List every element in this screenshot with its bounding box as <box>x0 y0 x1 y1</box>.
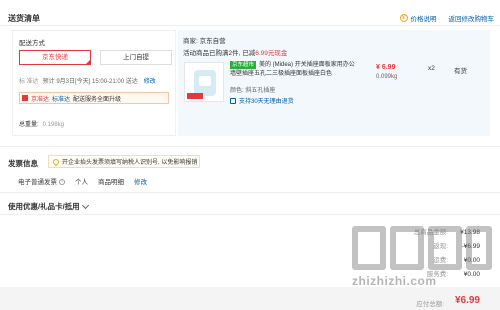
help-icon[interactable]: ? <box>59 179 65 186</box>
location-pin-icon <box>51 157 61 166</box>
standard-time: 预计 9月3日[今天] 15:00-21:00 送达 <box>42 79 138 85</box>
selected-corner-icon <box>85 59 91 65</box>
product-weight: 0.099kg <box>376 74 398 80</box>
product-quantity: x2 <box>428 65 435 72</box>
order-list-header: 送货清单 ¥ 价格说明 返回修改购物车 <box>0 0 500 26</box>
delivery-label: 配送方式 <box>19 40 45 47</box>
summary-row: 服务费: ¥0.00 <box>427 268 480 278</box>
watermark-glyph <box>352 226 386 270</box>
standard-prefix: 标 准达 <box>19 79 39 85</box>
watermark-text: zhizhizhi.com <box>352 274 437 288</box>
delivery-option-label: 上门自提 <box>123 54 149 61</box>
summary-label: 返现: <box>433 243 448 250</box>
summary-row: 运费: ¥0.00 <box>433 254 480 264</box>
summary-label: 总商品金额: <box>413 229 448 236</box>
shop-panel: 商家: 京东自营 活动商品已购满2件, 已减6.99元现金 京东超市 美的 (Mi… <box>178 30 490 136</box>
summary-label: 服务费: <box>426 271 448 278</box>
delivery-promo-bar[interactable]: 京准达 标准达 配送服务全面升级 <box>19 92 169 104</box>
price-info-icon: ¥ <box>399 14 408 22</box>
section-title: 送货清单 <box>8 14 40 23</box>
edit-delivery-time-link[interactable]: 修改 <box>144 76 156 85</box>
chevron-down-icon <box>81 201 89 209</box>
weight-label: 总重量: <box>19 122 39 128</box>
product-color: 颜色: 斜五孔插座 <box>230 88 276 94</box>
invoice-tip: 开企业抬头发票须填写纳税人识别号, 以免影响报销 <box>48 155 200 168</box>
promo-bzd: 标准达 <box>52 96 71 103</box>
invoice-tip-text: 开企业抬头发票须填写纳税人识别号, 以免影响报销 <box>62 160 198 166</box>
total-weight: 总重量: 0.198kg <box>19 119 64 128</box>
invoice-content: 商品明细 <box>98 179 124 186</box>
jd-supermarket-tag: 京东超市 <box>230 61 257 69</box>
pay-total-label: 应付总额: <box>416 301 444 308</box>
summary-value: -¥6.99 <box>461 243 480 250</box>
return-cart-link[interactable]: 返回修改购物车 <box>449 13 495 23</box>
standard-delivery-line: 标 准达 预计 9月3日[今天] 15:00-21:00 送达 修改 <box>19 76 156 85</box>
delivery-option-jd-express[interactable]: 京东快递 <box>19 50 91 65</box>
pay-total-value: ¥6.99 <box>454 295 480 306</box>
divider <box>0 214 500 215</box>
invoice-type-text: 电子普通发票 <box>18 179 57 186</box>
edit-invoice-link[interactable]: 修改 <box>134 176 147 186</box>
product-service: 支持30天无理由退货 <box>230 96 294 105</box>
header-actions: ¥ 价格说明 返回修改购物车 <box>399 13 495 23</box>
invoice-detail: 电子普通发票? 个人 商品明细 修改 <box>18 176 147 186</box>
invoice-title: 发票信息 <box>8 159 38 168</box>
payment-bar: 应付总额: ¥6.99 <box>0 287 500 310</box>
coupon-toggle[interactable]: 使用优惠/礼品卡/抵用 <box>8 201 89 212</box>
product-image[interactable] <box>184 62 224 102</box>
return-service-icon <box>230 97 236 104</box>
summary-value: ¥13.98 <box>460 229 480 236</box>
summary-value: ¥0.00 <box>463 257 480 264</box>
product-price: ¥ 6.99 <box>376 64 396 71</box>
promo-jzd: 京准达 <box>31 96 50 103</box>
delivery-panel: 配送方式 京东快递 上门自提 标 准达 预计 9月3日[今天] 15:00-21… <box>12 30 176 136</box>
summary-row: 总商品金额: ¥13.98 <box>414 226 480 236</box>
coupon-label: 使用优惠/礼品卡/抵用 <box>8 202 80 211</box>
summary-row: 返现: -¥6.99 <box>433 240 480 250</box>
service-label: 支持30天无理由退货 <box>239 99 294 105</box>
promo-prefix: 活动商品已购满2件, 已减 <box>183 50 256 57</box>
price-note-link[interactable]: ¥ 价格说明 <box>399 13 437 23</box>
product-stock: 有货 <box>454 68 467 75</box>
delivery-option-label: 京东快递 <box>42 54 68 61</box>
shop-promo: 活动商品已购满2件, 已减6.99元现金 <box>183 47 287 57</box>
price-note-label: 价格说明 <box>410 16 437 23</box>
summary-label: 运费: <box>433 257 448 264</box>
product-title[interactable]: 京东超市 美的 (Midea) 开关插座面板家用办公墙壁插座五孔二三极插座面板插座… <box>230 61 360 79</box>
promo-amount: 6.99元现金 <box>255 50 288 57</box>
divider <box>0 146 500 147</box>
weight-value: 0.198kg <box>42 122 65 128</box>
invoice-type: 电子普通发票? <box>18 176 65 186</box>
product-badge <box>187 93 203 99</box>
promo-flag-icon <box>22 95 28 101</box>
summary-value: ¥0.00 <box>463 271 480 278</box>
shop-name: 商家: 京东自营 <box>183 38 226 45</box>
divider <box>0 192 500 193</box>
delivery-option-pickup[interactable]: 上门自提 <box>100 50 172 65</box>
invoice-person: 个人 <box>75 179 88 186</box>
promo-upgrade: 配送服务全面升级 <box>73 96 122 103</box>
